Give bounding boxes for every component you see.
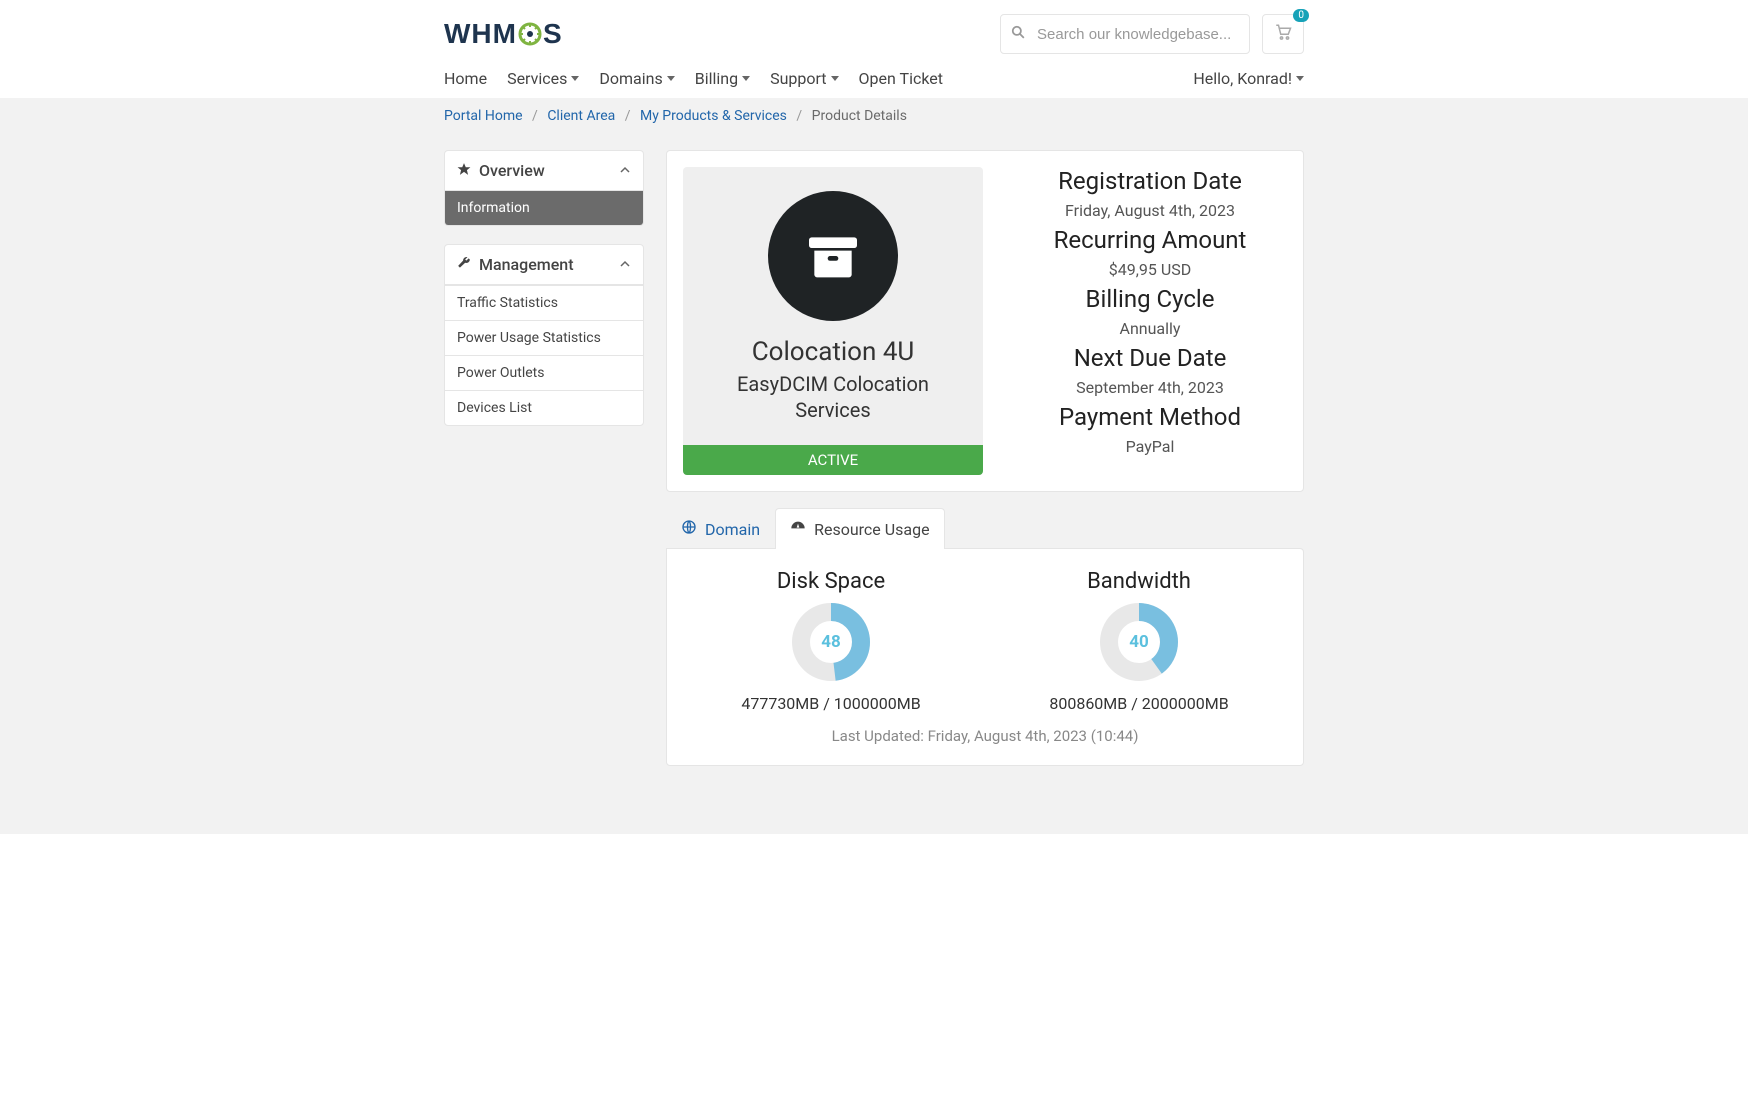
usage-bw-title: Bandwidth <box>995 569 1283 594</box>
product-title: Colocation 4U <box>752 337 915 367</box>
usage-bw-pct: 40 <box>1099 602 1179 682</box>
payment-label: Payment Method <box>1013 403 1287 431</box>
tab-domain-label: Domain <box>705 520 760 539</box>
archive-icon <box>768 191 898 321</box>
tab-domain[interactable]: Domain <box>666 508 775 549</box>
sidebar-management-header[interactable]: Management <box>445 245 643 285</box>
sidebar-item-information[interactable]: Information <box>445 191 643 225</box>
main-nav: Home Services Domains Billing Support Op… <box>444 64 1304 98</box>
nav-services[interactable]: Services <box>507 69 579 88</box>
breadcrumb-my-products[interactable]: My Products & Services <box>640 108 787 124</box>
usage-bw-detail: 800860MB / 2000000MB <box>995 694 1283 713</box>
nav-open-ticket[interactable]: Open Ticket <box>859 69 943 88</box>
nav-support[interactable]: Support <box>770 69 838 88</box>
globe-icon <box>681 519 697 539</box>
usage-disk-donut: 48 <box>791 602 871 682</box>
product-overview-card: Colocation 4U EasyDCIM Colocation Servic… <box>666 150 1304 492</box>
star-icon <box>457 161 471 180</box>
nav-billing[interactable]: Billing <box>695 69 750 88</box>
user-menu[interactable]: Hello, Konrad! <box>1193 69 1304 88</box>
breadcrumb-portal-home[interactable]: Portal Home <box>444 108 523 124</box>
recurring-label: Recurring Amount <box>1013 226 1287 254</box>
due-value: September 4th, 2023 <box>1013 378 1287 397</box>
chevron-up-icon <box>619 255 631 274</box>
recurring-value: $49,95 USD <box>1013 260 1287 279</box>
cart-count-badge: 0 <box>1293 9 1309 22</box>
tab-resource-label: Resource Usage <box>814 520 929 539</box>
sidebar-item-devices[interactable]: Devices List <box>445 390 643 425</box>
wrench-icon <box>457 255 471 274</box>
chevron-down-icon <box>667 76 675 81</box>
search-box[interactable] <box>1000 14 1250 54</box>
sidebar-item-traffic[interactable]: Traffic Statistics <box>445 285 643 320</box>
breadcrumb-client-area[interactable]: Client Area <box>547 108 615 124</box>
reg-date-value: Friday, August 4th, 2023 <box>1013 201 1287 220</box>
tab-resource-usage[interactable]: Resource Usage <box>775 508 944 549</box>
chevron-down-icon <box>831 76 839 81</box>
tabs: Domain Resource Usage <box>666 508 1304 549</box>
brand-logo[interactable]: WHM S <box>444 18 563 50</box>
usage-disk-detail: 477730MB / 1000000MB <box>687 694 975 713</box>
nav-home[interactable]: Home <box>444 69 487 88</box>
gear-icon <box>517 21 543 47</box>
search-icon <box>1011 25 1025 43</box>
cycle-label: Billing Cycle <box>1013 285 1287 313</box>
usage-bw: Bandwidth 40 800860MB / 2000000MB <box>995 569 1283 713</box>
cycle-value: Annually <box>1013 319 1287 338</box>
usage-bw-donut: 40 <box>1099 602 1179 682</box>
usage-disk-pct: 48 <box>791 602 871 682</box>
cart-button[interactable]: 0 <box>1262 14 1304 54</box>
billing-info: Registration Date Friday, August 4th, 20… <box>1013 167 1287 475</box>
sidebar-item-power-usage[interactable]: Power Usage Statistics <box>445 320 643 355</box>
dashboard-icon <box>790 519 806 539</box>
breadcrumb: Portal Home / Client Area / My Products … <box>434 108 1314 124</box>
sidebar-item-power-outlets[interactable]: Power Outlets <box>445 355 643 390</box>
sidebar-management-panel: Management Traffic Statistics Power Usag… <box>444 244 644 426</box>
reg-date-label: Registration Date <box>1013 167 1287 195</box>
usage-disk-title: Disk Space <box>687 569 975 594</box>
product-box: Colocation 4U EasyDCIM Colocation Servic… <box>683 167 983 475</box>
product-status: ACTIVE <box>683 445 983 475</box>
chevron-down-icon <box>1296 76 1304 81</box>
chevron-down-icon <box>571 76 579 81</box>
search-input[interactable] <box>1035 25 1239 44</box>
chevron-down-icon <box>742 76 750 81</box>
sidebar-overview-header[interactable]: Overview <box>445 151 643 191</box>
nav-domains[interactable]: Domains <box>599 69 674 88</box>
due-label: Next Due Date <box>1013 344 1287 372</box>
usage-disk: Disk Space 48 477730MB / 1000000MB <box>687 569 975 713</box>
cart-icon <box>1274 23 1292 45</box>
product-subtitle: EasyDCIM Colocation Services <box>697 371 969 423</box>
sidebar-management-title: Management <box>479 255 574 274</box>
usage-last-updated: Last Updated: Friday, August 4th, 2023 (… <box>687 727 1283 745</box>
sidebar-overview-title: Overview <box>479 161 545 180</box>
breadcrumb-current: Product Details <box>812 108 907 124</box>
payment-value: PayPal <box>1013 437 1287 456</box>
chevron-up-icon <box>619 161 631 180</box>
tab-resource-body: Disk Space 48 477730MB / 1000000MB <box>666 548 1304 766</box>
sidebar-overview-panel: Overview Information <box>444 150 644 226</box>
